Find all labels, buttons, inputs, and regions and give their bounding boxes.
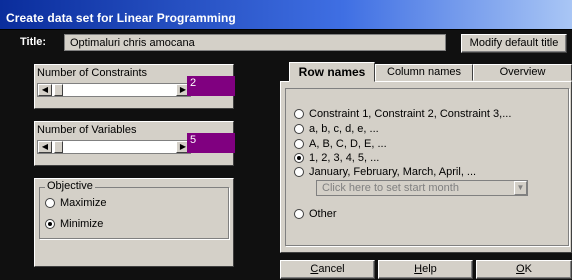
help-button[interactable]: Help xyxy=(378,260,473,279)
option-label: January, February, March, April, ... xyxy=(309,166,477,178)
option-label: 1, 2, 3, 4, 5, ... xyxy=(309,152,380,164)
row-names-option-uppercase[interactable]: A, B, C, D, E, ... xyxy=(294,138,387,150)
help-mnemonic: H xyxy=(414,263,423,275)
constraints-slider-thumb[interactable] xyxy=(54,84,63,96)
tab-row-names[interactable]: Row names xyxy=(289,62,375,82)
constraints-panel: Number of Constraints ◀ ▶ 2 xyxy=(34,64,235,109)
row-names-option-constraint[interactable]: Constraint 1, Constraint 2, Constraint 3… xyxy=(294,108,511,120)
tab-column-names[interactable]: Column names xyxy=(375,64,473,81)
start-month-placeholder: Click here to set start month xyxy=(322,182,459,194)
radio-selected-icon xyxy=(45,219,55,229)
variables-label: Number of Variables xyxy=(37,124,137,136)
variables-value: 5 xyxy=(187,133,235,153)
title-field[interactable]: Optimaluri chris amocana xyxy=(64,34,446,51)
maximize-label: Maximize xyxy=(60,197,107,209)
window-title: Create data set for Linear Programming xyxy=(6,11,236,25)
radio-icon xyxy=(294,109,304,119)
window-titlebar[interactable]: Create data set for Linear Programming xyxy=(0,0,572,30)
objective-panel: Objective Maximize Minimize xyxy=(34,178,234,267)
variables-slider[interactable]: ◀ ▶ xyxy=(37,140,191,154)
radio-icon xyxy=(45,198,55,208)
radio-icon xyxy=(294,209,304,219)
ok-mnemonic: O xyxy=(516,263,525,275)
tab-overview[interactable]: Overview xyxy=(473,64,572,81)
minimize-label: Minimize xyxy=(60,218,104,230)
radio-icon xyxy=(294,167,304,177)
constraints-value: 2 xyxy=(187,76,235,96)
variables-slider-thumb[interactable] xyxy=(54,141,63,153)
modify-default-title-button[interactable]: Modify default title xyxy=(461,34,567,53)
radio-icon xyxy=(294,139,304,149)
option-label: Other xyxy=(309,208,337,220)
option-label: a, b, c, d, e, ... xyxy=(309,123,379,135)
minimize-radio[interactable]: Minimize xyxy=(45,218,103,230)
dialog-client: Title: Optimaluri chris amocana Modify d… xyxy=(0,30,572,280)
scroll-left-arrow-icon[interactable]: ◀ xyxy=(38,141,52,153)
maximize-radio[interactable]: Maximize xyxy=(45,197,106,209)
dropdown-arrow-icon[interactable]: ▼ xyxy=(514,181,527,195)
start-month-combo[interactable]: Click here to set start month ▼ xyxy=(316,180,528,196)
constraints-label: Number of Constraints xyxy=(37,67,148,79)
row-names-option-other[interactable]: Other xyxy=(294,208,337,220)
row-names-option-numbers[interactable]: 1, 2, 3, 4, 5, ... xyxy=(294,152,379,164)
ok-button[interactable]: OK xyxy=(476,260,572,279)
objective-legend: Objective xyxy=(45,180,95,192)
row-names-option-lowercase[interactable]: a, b, c, d, e, ... xyxy=(294,123,379,135)
row-names-option-months[interactable]: January, February, March, April, ... xyxy=(294,166,476,178)
radio-selected-icon xyxy=(294,153,304,163)
option-label: A, B, C, D, E, ... xyxy=(309,138,387,150)
constraints-slider[interactable]: ◀ ▶ xyxy=(37,83,191,97)
ok-label: K xyxy=(524,263,532,275)
radio-icon xyxy=(294,124,304,134)
objective-groupbox xyxy=(39,187,229,239)
cancel-label: ancel xyxy=(318,263,345,275)
scroll-left-arrow-icon[interactable]: ◀ xyxy=(38,84,52,96)
help-label: elp xyxy=(422,263,437,275)
title-label: Title: xyxy=(20,36,47,48)
cancel-button[interactable]: Cancel xyxy=(280,260,375,279)
variables-panel: Number of Variables ◀ ▶ 5 xyxy=(34,121,235,166)
option-label: Constraint 1, Constraint 2, Constraint 3… xyxy=(309,108,512,120)
